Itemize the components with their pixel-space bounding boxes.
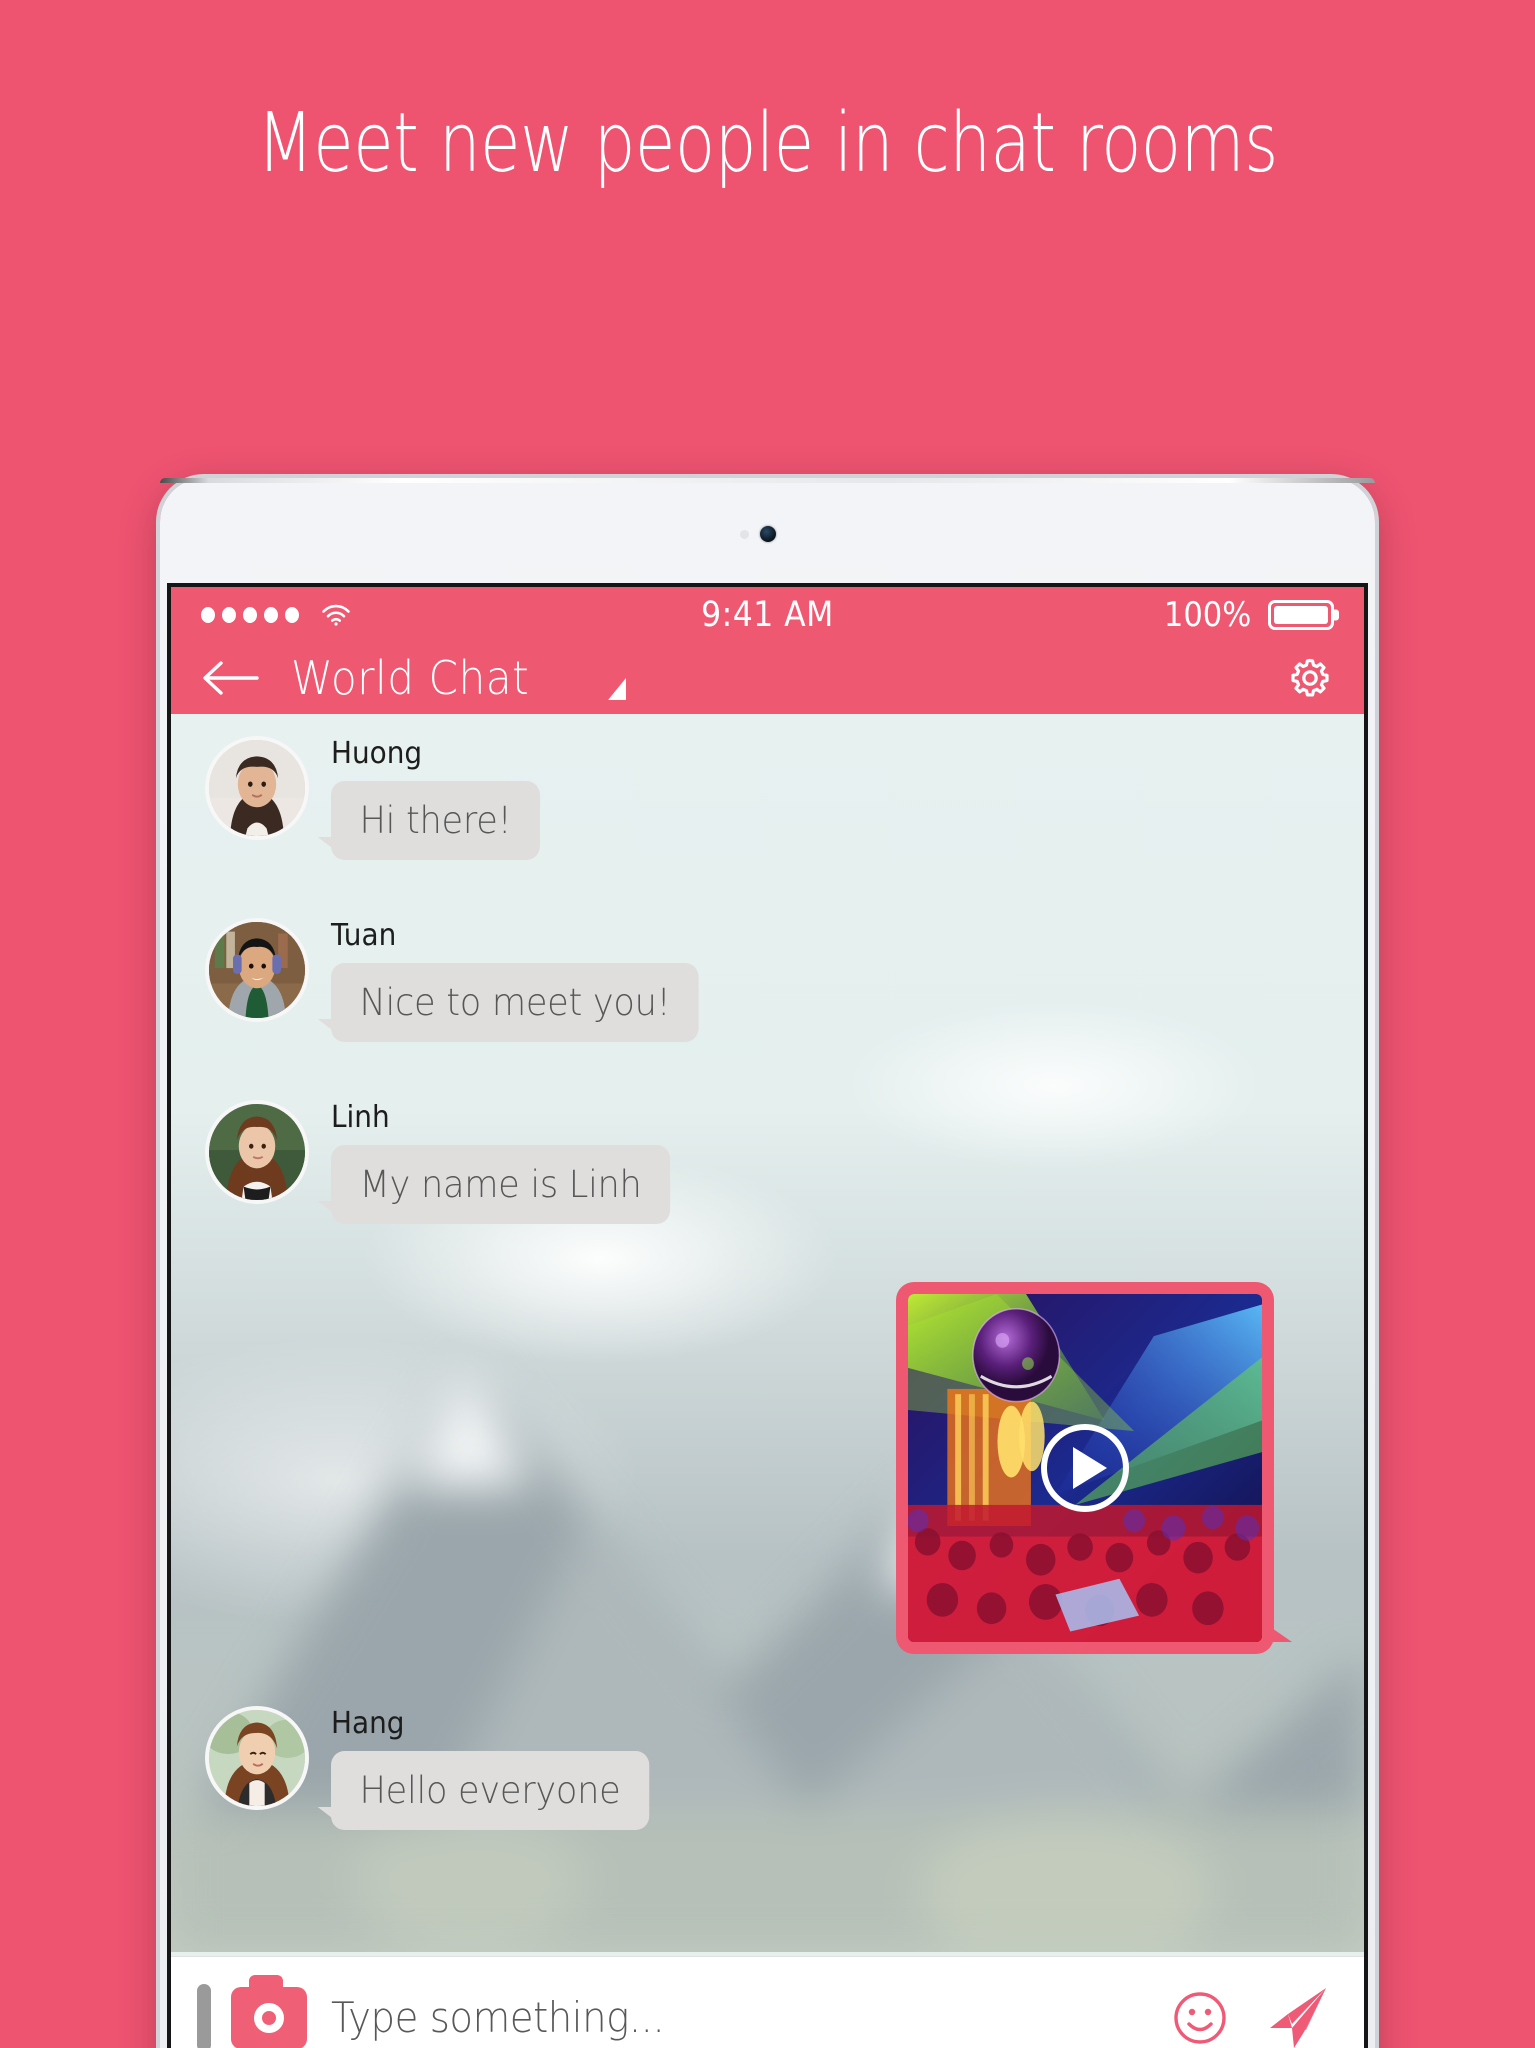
- message-bubble[interactable]: Nice to meet you!: [317, 963, 699, 1042]
- play-icon[interactable]: [1041, 1424, 1129, 1512]
- message-item[interactable]: Huong Hi there!: [171, 736, 1364, 860]
- battery-icon: [1268, 599, 1334, 630]
- tablet-device: 9:41 AM 100% World Chat Huong Hi there! …: [160, 478, 1375, 2048]
- battery-percentage: 100%: [1163, 594, 1252, 635]
- message-bubble[interactable]: My name is Linh: [317, 1145, 671, 1224]
- status-time: 9:41 AM: [701, 594, 834, 635]
- camera-icon[interactable]: [231, 1974, 307, 2048]
- front-camera: [759, 526, 776, 542]
- message-item[interactable]: Tuan Nice to meet you!: [171, 918, 1364, 1042]
- message-item[interactable]: Linh My name is Linh: [171, 1100, 1364, 1224]
- message-bubble[interactable]: Hi there!: [317, 781, 540, 860]
- avatar[interactable]: [205, 1706, 309, 1810]
- drag-handle[interactable]: [197, 1983, 211, 2048]
- message-bubble[interactable]: Hello everyone: [317, 1751, 649, 1830]
- page-title: Meet new people in chat rooms: [257, 96, 1278, 191]
- message-sender: Huong: [331, 736, 423, 771]
- gear-icon[interactable]: [1286, 654, 1334, 702]
- app-navbar: World Chat: [171, 642, 1364, 714]
- nightclub-video-thumbnail: [908, 1294, 1262, 1642]
- avatar[interactable]: [205, 1100, 309, 1204]
- avatar[interactable]: [205, 736, 309, 840]
- message-item-video[interactable]: [171, 1282, 1364, 1654]
- message-sender: Linh: [331, 1100, 390, 1135]
- avatar[interactable]: [205, 918, 309, 1022]
- ambient-sensor: [739, 530, 749, 539]
- message-input-bar: [171, 1956, 1364, 2048]
- chat-message-area[interactable]: Huong Hi there! Tuan Nice to meet you! L…: [171, 714, 1364, 1952]
- video-message-bubble[interactable]: [896, 1282, 1292, 1654]
- status-bar: 9:41 AM 100%: [171, 587, 1364, 642]
- smiley-icon[interactable]: [1172, 1990, 1228, 2046]
- message-sender: Tuan: [331, 918, 397, 953]
- send-paper-plane-icon[interactable]: [1262, 1984, 1330, 2048]
- message-item[interactable]: Hang Hello everyone: [171, 1706, 1364, 1830]
- back-arrow-icon[interactable]: [201, 658, 259, 698]
- message-list: Huong Hi there! Tuan Nice to meet you! L…: [171, 714, 1364, 1830]
- device-screen: 9:41 AM 100% World Chat Huong Hi there! …: [167, 583, 1368, 2048]
- triangle-dropdown-icon[interactable]: [607, 678, 626, 700]
- message-sender: Hang: [331, 1706, 405, 1741]
- message-input[interactable]: [331, 1993, 1105, 2042]
- page-title-chatroom: World Chat: [291, 651, 530, 705]
